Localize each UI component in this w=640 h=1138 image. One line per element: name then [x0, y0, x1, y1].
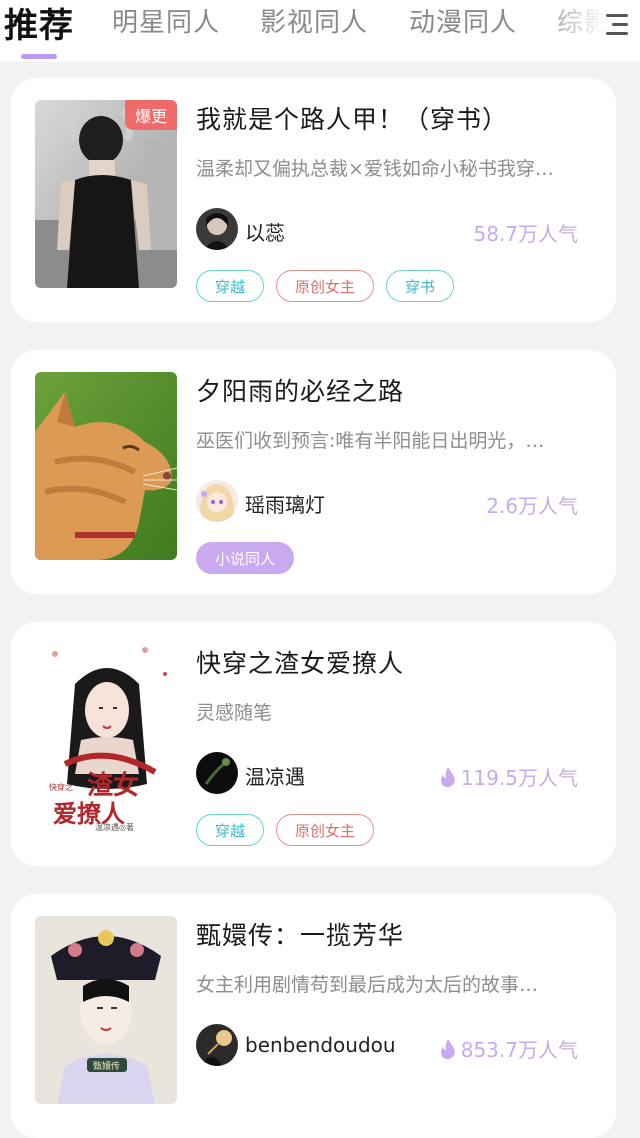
author-avatar[interactable] [196, 480, 238, 522]
tag-list: 穿越 原创女主 [196, 814, 375, 846]
story-title[interactable]: 甄嬛传：一揽芳华 [196, 916, 596, 952]
active-tab-indicator [21, 54, 57, 59]
story-card[interactable]: 爆更 我就是个路人甲！（穿书） 温柔却又偏执总裁×爱钱如命小秘书我穿… 以蕊 5… [11, 78, 616, 322]
popularity-count: 119.5万人气 [439, 762, 578, 791]
story-summary: 温柔却又偏执总裁×爱钱如命小秘书我穿… [196, 158, 554, 180]
flame-icon [440, 766, 455, 787]
tag[interactable]: 原创女主 [276, 814, 375, 846]
author-name[interactable]: 温凉遇 [245, 761, 305, 790]
tag-list: 小说同人 [196, 542, 295, 574]
cover-series-label: 甄嬛传 [93, 1060, 120, 1072]
popularity-text: 58.7万人气 [473, 222, 578, 246]
story-card[interactable]: 渣女 爱撩人 快穿之 温凉遇◎著 快穿之渣女爱撩人 灵感随笔 温凉遇 119.5… [11, 622, 616, 866]
cover-photo-orange-cat [35, 372, 177, 560]
avatar-image [196, 480, 238, 522]
popularity-text: 119.5万人气 [460, 766, 578, 790]
popularity-text: 853.7万人气 [460, 1038, 578, 1062]
author-name[interactable]: 以蕊 [245, 217, 285, 246]
author-name[interactable]: benbendoudou [245, 1033, 396, 1057]
story-card[interactable]: 夕阳雨的必经之路 巫医们收到预言:唯有半阳能日出明光，… 瑶雨璃灯 2.6万人气… [11, 350, 616, 594]
tab-recommend[interactable]: 推荐 [4, 0, 74, 47]
top-tab-bar: 推荐 明星同人 影视同人 动漫同人 综影 [0, 0, 640, 62]
tag[interactable]: 穿越 [196, 270, 265, 302]
cover-illustration-qing-empress: 甄嬛传 [35, 916, 177, 1104]
story-cover[interactable]: 甄嬛传 [35, 916, 177, 1104]
tab-anime-fanfic[interactable]: 动漫同人 [409, 2, 517, 39]
story-cover[interactable] [35, 372, 177, 560]
story-cover[interactable]: 渣女 爱撩人 快穿之 温凉遇◎著 [35, 644, 177, 832]
cover-author-label: 温凉遇◎著 [95, 822, 134, 832]
tab-celebrity-fanfic[interactable]: 明星同人 [112, 2, 220, 39]
story-summary: 灵感随笔 [196, 702, 273, 724]
cover-series-label: 快穿之 [49, 782, 73, 792]
avatar-image [196, 1024, 238, 1066]
popularity-count: 853.7万人气 [439, 1034, 578, 1063]
author-avatar[interactable] [196, 1024, 238, 1066]
story-card[interactable]: 甄嬛传 甄嬛传：一揽芳华 女主利用剧情苟到最后成为太后的故事… benbendo… [11, 894, 616, 1138]
story-cover[interactable]: 爆更 [35, 100, 177, 288]
author-avatar[interactable] [196, 208, 238, 250]
popularity-count: 2.6万人气 [486, 490, 578, 519]
tag[interactable]: 原创女主 [276, 270, 375, 302]
story-title[interactable]: 我就是个路人甲！（穿书） [196, 100, 596, 136]
cover-title-line1: 渣女 [87, 770, 139, 801]
popularity-text: 2.6万人气 [486, 494, 578, 518]
cover-illustration-girl: 渣女 爱撩人 快穿之 温凉遇◎著 [35, 644, 177, 832]
story-title[interactable]: 夕阳雨的必经之路 [196, 372, 596, 408]
story-summary: 巫医们收到预言:唯有半阳能日出明光，… [196, 430, 545, 452]
author-name[interactable]: 瑶雨璃灯 [245, 489, 325, 518]
tag[interactable]: 穿书 [386, 270, 455, 302]
tag[interactable]: 小说同人 [196, 542, 295, 574]
author-avatar[interactable] [196, 752, 238, 794]
avatar-image [196, 208, 238, 250]
story-summary: 女主利用剧情苟到最后成为太后的故事… [196, 974, 539, 996]
avatar-image [196, 752, 238, 794]
popularity-count: 58.7万人气 [473, 218, 578, 247]
hamburger-menu-icon[interactable] [602, 8, 632, 42]
tag-list: 穿越 原创女主 穿书 [196, 270, 455, 302]
tag[interactable]: 穿越 [196, 814, 265, 846]
update-badge: 爆更 [125, 100, 177, 130]
flame-icon [440, 1038, 455, 1059]
tab-film-tv-fanfic[interactable]: 影视同人 [260, 2, 368, 39]
story-title[interactable]: 快穿之渣女爱撩人 [196, 644, 596, 680]
